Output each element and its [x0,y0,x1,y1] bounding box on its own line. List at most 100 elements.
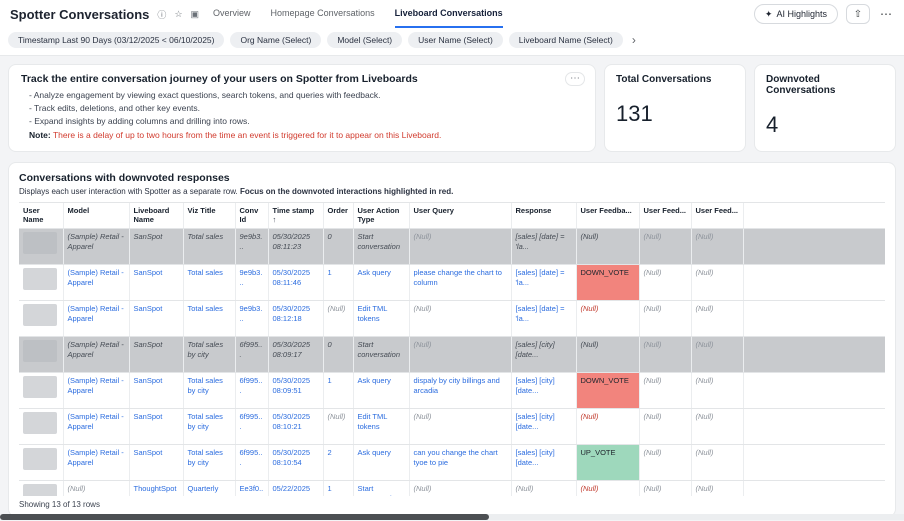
table-body: (Sample) Retail - ApparelSanSpotTotal sa… [19,228,885,496]
info-bullet: - Expand insights by adding columns and … [29,115,583,128]
filler-cell [743,480,885,496]
kpi-title: Total Conversations [616,74,734,85]
viz-title-cell: Total sales by city [183,408,235,444]
user-feedback-3-cell: (Null) [691,264,743,300]
title-icon-group: ⓘ ☆ ▣ [157,8,199,21]
user-query-cell: (Null) [409,480,511,496]
model-cell: (Sample) Retail - Apparel [63,264,129,300]
order-cell: 2 [323,444,353,480]
column-header[interactable]: Time stamp ↑ [268,203,323,228]
liveboard-name-cell: SanSpot [129,372,183,408]
user-action-type-cell: Ask query [353,444,409,480]
panel-menu-button[interactable]: ⋯ [565,72,585,86]
viz-title-cell: Total sales by city [183,336,235,372]
redacted-user-name [23,340,57,362]
filler-cell [743,336,885,372]
filter-chip[interactable]: Timestamp Last 90 Days (03/12/2025 < 06/… [8,32,224,48]
sort-asc-icon[interactable]: ↑ [273,215,277,224]
liveboard-name-cell: SanSpot [129,228,183,264]
order-cell: (Null) [323,408,353,444]
user-feedback-2-cell: (Null) [639,336,691,372]
info-icon[interactable]: ⓘ [157,8,166,21]
table-row[interactable]: (Sample) Retail - ApparelSanSpotTotal sa… [19,228,885,264]
user-action-type-cell: Start conversation [353,228,409,264]
share-icon: ⇧ [854,9,862,20]
filter-chip[interactable]: User Name (Select) [408,32,503,48]
table-row[interactable]: (Sample) Retail - ApparelSanSpotTotal sa… [19,300,885,336]
star-icon[interactable]: ☆ [174,9,182,20]
ai-highlights-button[interactable]: ✦ AI Highlights [754,4,838,24]
user-action-type-cell: Ask query [353,372,409,408]
table-row[interactable]: (Sample) Retail - ApparelSanSpotTotal sa… [19,408,885,444]
filler-cell [743,444,885,480]
user-name-cell [19,480,63,496]
user-query-cell: (Null) [409,228,511,264]
tab-homepage-conversations[interactable]: Homepage Conversations [271,0,375,28]
user-feedback-3-cell: (Null) [691,480,743,496]
conv-id-cell: 9e9b3... [235,300,268,336]
response-cell: [sales] [city] [date... [511,408,576,444]
share-button[interactable]: ⇧ [846,4,870,24]
filler-cell [743,408,885,444]
user-name-cell [19,408,63,444]
column-header[interactable]: Conv Id [235,203,268,228]
table-scroll-area[interactable]: User NameModelLiveboard NameViz TitleCon… [19,202,885,496]
table-panel-title: Conversations with downvoted responses [19,172,885,184]
table-row[interactable]: (Sample) Retail - ApparelSanSpotTotal sa… [19,372,885,408]
user-query-cell: (Null) [409,300,511,336]
column-header[interactable]: User Action Type [353,203,409,228]
column-header[interactable]: Liveboard Name [129,203,183,228]
column-header[interactable]: User Query [409,203,511,228]
verified-icon[interactable]: ▣ [191,9,200,20]
user-feedback-3-cell: (Null) [691,336,743,372]
timestamp-cell: 05/30/202508:09:51 [268,372,323,408]
subtitle-normal: Displays each user interaction with Spot… [19,187,240,196]
response-cell: [sales] [date] = 'la... [511,300,576,336]
filter-chip[interactable]: Liveboard Name (Select) [509,32,623,48]
header-actions: ✦ AI Highlights ⇧ ⋯ [754,4,894,24]
scrollbar-thumb[interactable] [0,514,489,520]
horizontal-scrollbar[interactable] [0,514,904,520]
user-feedback-2-cell: (Null) [639,480,691,496]
filter-chip[interactable]: Model (Select) [327,32,402,48]
tab-overview[interactable]: Overview [213,0,251,28]
model-cell: (Sample) Retail - Apparel [63,372,129,408]
kpi-title: Downvoted Conversations [766,74,884,96]
column-header[interactable]: User Feed... [639,203,691,228]
liveboard-name-cell: ThoughtSpot Revenue [129,480,183,496]
column-header[interactable]: User Name [19,203,63,228]
column-header[interactable]: Order [323,203,353,228]
filler-cell [743,300,885,336]
filter-chip[interactable]: Org Name (Select) [230,32,321,48]
liveboard-name-cell: SanSpot [129,408,183,444]
timestamp-cell: 05/30/202508:09:17 [268,336,323,372]
model-cell: (Sample) Retail - Apparel [63,444,129,480]
user-action-type-cell: Start conversation [353,336,409,372]
column-header[interactable]: Viz Title [183,203,235,228]
chevron-right-icon[interactable]: › [629,32,639,48]
table-row[interactable]: (Sample) Retail - ApparelSanSpotTotal sa… [19,336,885,372]
ai-highlights-label: AI Highlights [776,9,827,19]
user-query-cell: can you change the chart tyoe to pie [409,444,511,480]
user-feedback-cell: DOWN_VOTE [576,264,639,300]
column-header[interactable]: Model [63,203,129,228]
timestamp-cell: 05/30/202508:11:23 [268,228,323,264]
table-row[interactable]: (Null)ThoughtSpot RevenueQuarterly Reven… [19,480,885,496]
model-cell: (Sample) Retail - Apparel [63,336,129,372]
user-feedback-cell: (Null) [576,228,639,264]
redacted-user-name [23,232,57,254]
user-action-type-cell: Edit TML tokens [353,300,409,336]
info-bullet: - Track edits, deletions, and other key … [29,102,583,115]
column-header[interactable]: User Feedba... [576,203,639,228]
column-header[interactable]: User Feed... [691,203,743,228]
tab-liveboard-conversations[interactable]: Liveboard Conversations [395,0,503,28]
response-cell: [sales] [date] = 'la... [511,264,576,300]
subtitle-bold: Focus on the downvoted interactions high… [240,187,453,196]
column-header[interactable]: Response [511,203,576,228]
note-label: Note: [29,130,51,140]
table-row[interactable]: (Sample) Retail - ApparelSanSpotTotal sa… [19,444,885,480]
viz-title-cell: Total sales by city [183,372,235,408]
order-cell: 1 [323,264,353,300]
table-row[interactable]: (Sample) Retail - ApparelSanSpotTotal sa… [19,264,885,300]
more-options-button[interactable]: ⋯ [878,7,894,21]
